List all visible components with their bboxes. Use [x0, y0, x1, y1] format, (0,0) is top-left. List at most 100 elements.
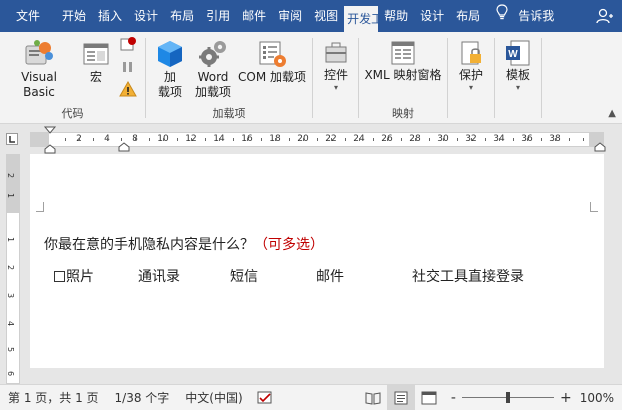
first-line-indent-marker[interactable] — [44, 126, 56, 154]
template-button[interactable]: W 模板 ▾ — [499, 38, 537, 93]
hanging-indent-marker[interactable] — [118, 138, 130, 152]
group-templates: W 模板 ▾ — [495, 32, 541, 124]
ribbon-developer: Visual Basic 宏 代码 加 载项 Word 加载项 COM 加载项 … — [0, 32, 622, 124]
ruler-bar: 248101214161820222426283032343638 — [0, 124, 622, 154]
ruler-tick — [275, 138, 276, 141]
page-count[interactable]: 第 1 页，共 1 页 — [0, 389, 107, 406]
survey-question[interactable]: 你最在意的手机隐私内容是什么？（可多选） — [44, 234, 324, 254]
zoom-level[interactable]: 100% — [572, 391, 622, 405]
option-label: 短信 — [230, 269, 258, 285]
zoom-out-button[interactable]: - — [451, 390, 456, 406]
zoom-track[interactable] — [461, 392, 554, 403]
tab-developer[interactable]: 开发工具 — [344, 6, 379, 32]
protect-button[interactable]: 保护 ▾ — [454, 38, 488, 93]
tab-table-design[interactable]: 设计 — [414, 0, 450, 32]
tab-help[interactable]: 帮助 — [378, 0, 414, 32]
addins-button[interactable]: 加 载项 — [152, 38, 188, 100]
option-photos[interactable]: 照片 — [54, 266, 94, 286]
addins-label-2: 载项 — [157, 85, 182, 99]
pause-recording-button[interactable] — [118, 58, 138, 80]
visual-basic-icon — [25, 40, 53, 65]
macros-label: 宏 — [89, 70, 102, 84]
margin-corner-mark — [36, 202, 44, 212]
option-label: 邮件 — [316, 269, 344, 285]
tab-mailings[interactable]: 邮件 — [236, 0, 272, 32]
tab-insert[interactable]: 插入 — [92, 0, 128, 32]
com-addins-label: COM 加载项 — [238, 70, 306, 84]
share-user-icon[interactable] — [596, 0, 622, 32]
com-addins-button[interactable]: COM 加载项 — [236, 38, 308, 85]
group-protect: 保护 ▾ — [448, 32, 494, 124]
protect-label: 保护 — [458, 68, 483, 82]
option-sms[interactable]: 短信 — [230, 266, 258, 286]
tab-design[interactable]: 设计 — [128, 0, 164, 32]
word-addins-label-2: 加载项 — [194, 85, 231, 99]
tab-table-layout[interactable]: 布局 — [450, 0, 486, 32]
pause-icon — [123, 62, 132, 72]
vruler-number: 2 — [6, 172, 16, 179]
ruler-tick — [485, 138, 486, 141]
right-indent-marker[interactable] — [594, 138, 606, 152]
ruler-tick — [93, 138, 94, 141]
tab-home[interactable]: 开始 — [56, 0, 92, 32]
tab-layout[interactable]: 布局 — [164, 0, 200, 32]
chevron-down-icon: ▾ — [333, 83, 338, 92]
vertical-ruler[interactable]: 2 1 1 2 3 4 5 6 — [6, 154, 20, 384]
status-bar: 第 1 页，共 1 页 1/38 个字 中文(中国) - + 100% — [0, 384, 622, 410]
zoom-thumb[interactable] — [505, 392, 510, 403]
ruler-tick — [135, 138, 136, 141]
question-text: 你最在意的手机隐私内容是什么？ — [44, 237, 254, 253]
vruler-number: 1 — [6, 192, 16, 199]
macros-button[interactable]: 宏 — [78, 38, 114, 85]
collapse-ribbon-icon[interactable]: ▲ — [608, 108, 616, 119]
addins-label-1: 加 — [163, 70, 176, 84]
visual-basic-label: Visual Basic — [21, 70, 57, 99]
proofing-icon[interactable] — [251, 391, 279, 405]
xml-mapping-pane-button[interactable]: XML 映射窗格 — [361, 38, 445, 83]
tab-review[interactable]: 审阅 — [272, 0, 308, 32]
record-macro-button[interactable] — [118, 36, 138, 58]
ruler-tick — [401, 138, 402, 141]
tab-view[interactable]: 视图 — [308, 0, 344, 32]
visual-basic-button[interactable]: Visual Basic — [4, 38, 74, 100]
web-layout-icon[interactable] — [415, 391, 443, 405]
ruler-tick — [65, 138, 66, 141]
document-page[interactable]: 你最在意的手机隐私内容是什么？（可多选） 照片 通讯录 短信 邮件 社交工具直接… — [30, 154, 604, 368]
tab-selector-icon[interactable] — [6, 133, 18, 145]
chevron-down-icon: ▾ — [468, 83, 473, 92]
tab-file[interactable]: 文件 — [0, 0, 56, 32]
group-addins-label: 加载项 — [212, 107, 246, 120]
zoom-in-button[interactable]: + — [560, 390, 572, 406]
gear-icon — [199, 41, 226, 67]
zoom-slider[interactable]: - + — [451, 390, 572, 406]
option-contacts[interactable]: 通讯录 — [138, 266, 180, 286]
word-count[interactable]: 1/38 个字 — [107, 389, 178, 406]
ruler-tick — [429, 138, 430, 141]
ruler-tick — [457, 138, 458, 141]
group-controls: 控件 ▾ — [313, 32, 358, 124]
language-indicator[interactable]: 中文(中国) — [177, 389, 250, 406]
group-addins: 加 载项 Word 加载项 COM 加载项 加载项 — [146, 32, 312, 124]
tab-references[interactable]: 引用 — [200, 0, 236, 32]
ruler-tick — [149, 138, 150, 141]
horizontal-ruler[interactable]: 248101214161820222426283032343638 — [30, 132, 604, 147]
option-social-login[interactable]: 社交工具直接登录 — [412, 266, 524, 286]
template-label: 模板 — [505, 68, 530, 82]
vruler-number: 4 — [6, 320, 16, 327]
controls-button[interactable]: 控件 ▾ — [319, 38, 353, 93]
ruler-tick — [289, 138, 290, 141]
vruler-number: 6 — [6, 370, 16, 377]
lightbulb-icon[interactable] — [486, 0, 512, 32]
ruler-tick — [387, 138, 388, 141]
tell-me-search[interactable]: 告诉我 — [512, 0, 560, 32]
macro-security-button[interactable] — [118, 80, 138, 102]
margin-corner-mark — [590, 202, 598, 212]
option-email[interactable]: 邮件 — [316, 266, 344, 286]
ruler-tick — [555, 138, 556, 141]
print-layout-icon[interactable] — [386, 384, 415, 410]
word-addins-button[interactable]: Word 加载项 — [192, 38, 234, 100]
read-mode-icon[interactable] — [359, 391, 387, 405]
view-controls: - + 100% — [359, 384, 622, 410]
checkbox-icon[interactable] — [54, 271, 65, 282]
ruler-tick — [331, 138, 332, 141]
